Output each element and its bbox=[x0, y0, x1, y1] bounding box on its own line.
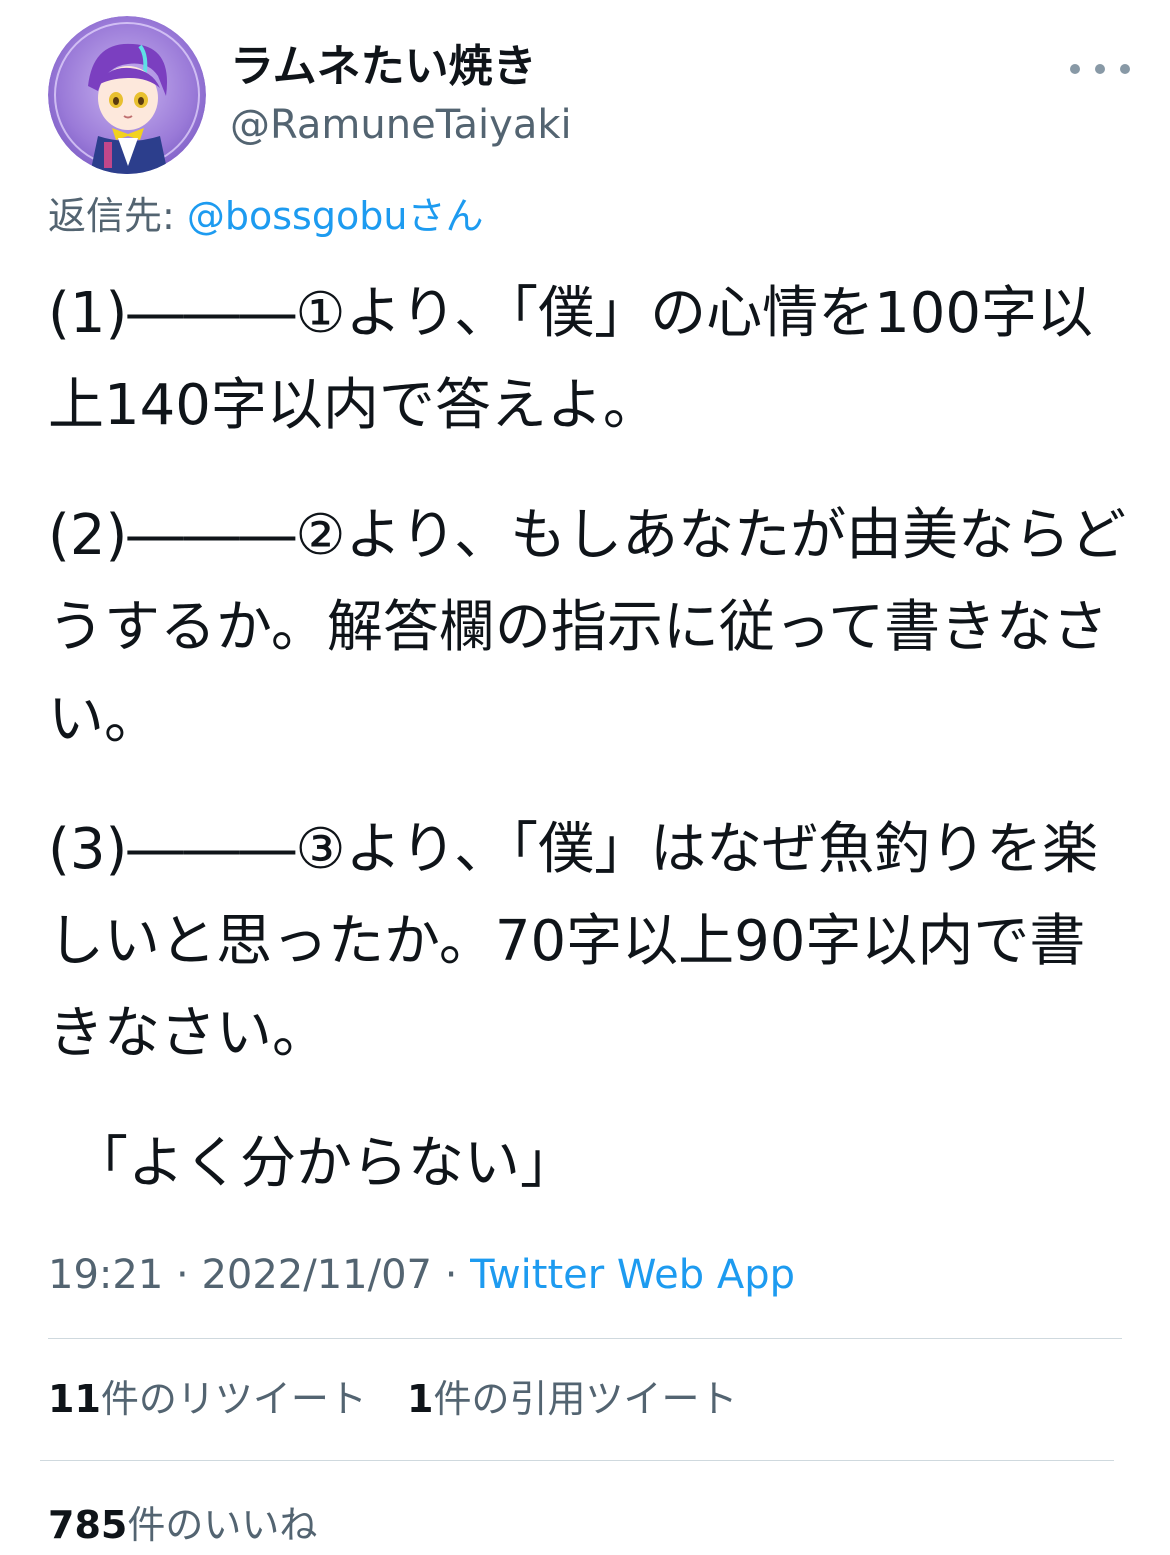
quotes-label: 件の引用ツイート bbox=[433, 1377, 738, 1421]
divider-top bbox=[48, 1338, 1122, 1339]
tweet-paragraph-4: 「よく分からない」 bbox=[72, 1131, 576, 1196]
tweet-paragraph-2: (2)―――②より、もしあなたが由美ならどうするか。解答欄の指示に従って書きなさ… bbox=[48, 503, 1127, 752]
like-stats: 785件のいいね bbox=[48, 1500, 317, 1550]
more-options-button[interactable] bbox=[1070, 54, 1130, 84]
avatar-illustration-icon bbox=[48, 16, 206, 174]
likes-stat[interactable]: 785件のいいね bbox=[48, 1500, 317, 1550]
retweets-label: 件のリツイート bbox=[100, 1377, 367, 1421]
reply-to-line: 返信先: @bossgobuさん bbox=[48, 192, 483, 240]
author-display-name[interactable]: ラムネたい焼き bbox=[230, 40, 572, 94]
avatar[interactable] bbox=[48, 16, 206, 174]
more-horizontal-icon bbox=[1070, 64, 1080, 74]
divider-middle bbox=[40, 1460, 1114, 1461]
quotes-count: 1 bbox=[407, 1377, 434, 1421]
tweet-date[interactable]: 2022/11/07 bbox=[201, 1252, 432, 1298]
tweet-header: ラムネたい焼き @RamuneTaiyaki bbox=[48, 16, 1130, 176]
quotes-stat[interactable]: 1件の引用ツイート bbox=[407, 1374, 737, 1424]
retweet-stats: 11件のリツイート 1件の引用ツイート bbox=[48, 1374, 737, 1424]
likes-count: 785 bbox=[48, 1503, 128, 1547]
tweet-text: (1)―――①より、「僕」の心情を100字以上140字以内で答えよ。 (2)――… bbox=[48, 268, 1128, 1248]
tweet-timestamp: 19:21 · 2022/11/07 · Twitter Web App bbox=[48, 1248, 795, 1302]
meta-separator: · bbox=[431, 1252, 471, 1298]
retweets-count: 11 bbox=[48, 1377, 101, 1421]
tweet-time[interactable]: 19:21 bbox=[48, 1252, 163, 1298]
meta-separator: · bbox=[163, 1252, 202, 1298]
more-horizontal-icon-dot bbox=[1095, 64, 1105, 74]
tweet-paragraph-3: (3)―――③より、「僕」はなぜ魚釣りを楽しいと思ったか。70字以上90字以内で… bbox=[48, 817, 1099, 1066]
reply-mention-link[interactable]: @bossgobu bbox=[187, 194, 408, 238]
tweet-paragraph-1: (1)―――①より、「僕」の心情を100字以上140字以内で答えよ。 bbox=[48, 281, 1094, 438]
retweets-stat[interactable]: 11件のリツイート bbox=[48, 1374, 367, 1424]
author-names: ラムネたい焼き @RamuneTaiyaki bbox=[230, 40, 572, 150]
reply-mention-suffix: さん bbox=[407, 194, 484, 238]
reply-to-prefix: 返信先: bbox=[48, 194, 187, 238]
tweet-source-link[interactable]: Twitter Web App bbox=[470, 1252, 795, 1298]
more-horizontal-icon-dot bbox=[1120, 64, 1130, 74]
likes-label: 件のいいね bbox=[127, 1503, 318, 1547]
author-handle[interactable]: @RamuneTaiyaki bbox=[230, 100, 572, 150]
